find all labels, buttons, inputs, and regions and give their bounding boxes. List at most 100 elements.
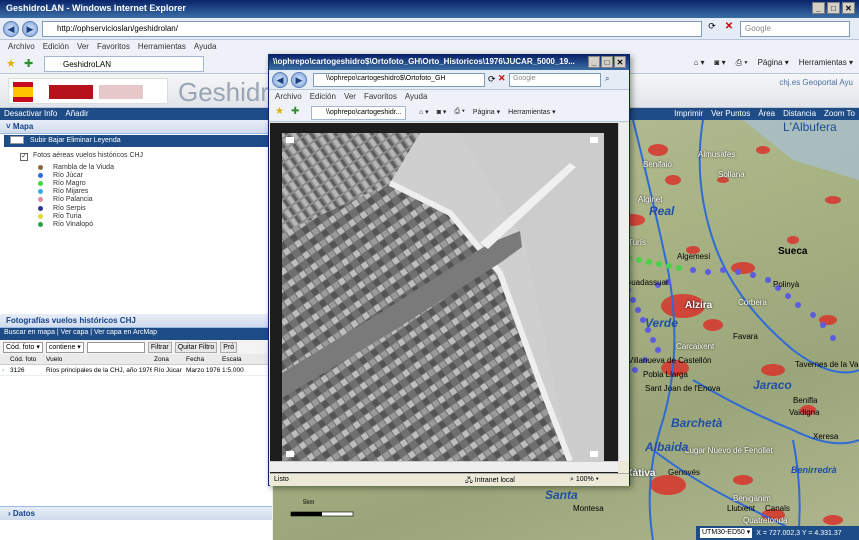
window-titlebar: GeshidroLAN - Windows Internet Explorer … — [0, 0, 859, 18]
page-menu[interactable]: Página ▾ — [758, 58, 789, 68]
popup-stop-icon[interactable]: ✕ — [498, 73, 506, 84]
popup-feeds-icon[interactable]: ◙ ▾ — [437, 108, 447, 116]
collapse-icon[interactable]: ˅ — [6, 122, 11, 131]
layer-item[interactable]: Río Júcar — [20, 171, 150, 179]
geoportal-link[interactable]: chj.es Geoportal Ayu — [779, 78, 853, 87]
print-button[interactable]: Imprimir — [674, 109, 703, 118]
expand-icon[interactable]: › — [8, 509, 11, 518]
print-icon[interactable]: ⎙ ▾ — [736, 58, 748, 68]
search-input[interactable]: Google — [740, 21, 850, 37]
checkbox-checked[interactable]: ✓ — [20, 153, 28, 161]
photos-actions[interactable]: Buscar en mapa | Ver capa | Ver capa en … — [0, 328, 272, 340]
popup-menu-archivo[interactable]: Archivo — [275, 92, 302, 102]
layer-item[interactable]: Río Palancia — [20, 196, 150, 204]
popup-print-icon[interactable]: ⎙ ▾ — [454, 108, 465, 116]
filter-button[interactable]: Filtrar — [147, 341, 172, 353]
forward-button[interactable]: ▶ — [22, 21, 38, 37]
column-header-zone[interactable]: Zona — [152, 356, 184, 363]
add-favorite-icon[interactable]: ✚ — [24, 57, 33, 70]
layer-item[interactable]: Río Mijares — [20, 188, 150, 196]
popup-menu-favoritos[interactable]: Favoritos — [364, 92, 397, 102]
zoom-to-button[interactable]: Zoom To — [824, 109, 855, 118]
menu-archivo[interactable]: Archivo — [8, 42, 35, 52]
popup-search-input[interactable]: Google — [509, 73, 601, 87]
popup-refresh-icon[interactable]: ⟳ — [488, 74, 496, 85]
column-header-date[interactable]: Fecha — [184, 356, 220, 363]
popup-page-menu[interactable]: Página ▾ — [473, 108, 500, 116]
close-button[interactable]: ✕ — [842, 2, 855, 14]
tab-geshidrolan[interactable]: GeshidroLAN — [44, 56, 204, 72]
popup-close-button[interactable]: ✕ — [614, 56, 626, 68]
popup-favorites-star-icon[interactable]: ★ — [275, 106, 284, 117]
layer-item[interactable]: Río Vinalopó — [20, 220, 150, 228]
popup-search-icon[interactable]: ⌕ — [605, 74, 609, 84]
layer-tool-buttons[interactable]: Subir Bajar Eliminar Leyenda — [30, 137, 121, 144]
layer-color-icon — [38, 213, 43, 219]
map-label: Canals — [765, 504, 790, 513]
popup-menu-ayuda[interactable]: Ayuda — [405, 92, 428, 102]
stop-icon[interactable]: ✕ — [722, 21, 736, 37]
opacity-slider[interactable] — [10, 136, 24, 144]
popup-menu-edicion[interactable]: Edición — [310, 92, 336, 102]
navigation-bar: ◀ ▶ http://ophservicioslan/geshidrolan/ … — [0, 18, 859, 40]
layer-item[interactable]: Río Serpis — [20, 204, 150, 212]
popup-forward-button[interactable]: ▶ — [291, 72, 307, 88]
menu-herramientas[interactable]: Herramientas — [138, 42, 186, 52]
filter-operator-select[interactable]: contiene ▾ — [45, 341, 84, 353]
area-button[interactable]: Área — [758, 109, 775, 118]
popup-maximize-button[interactable]: □ — [601, 56, 613, 68]
menu-ayuda[interactable]: Ayuda — [194, 42, 217, 52]
datos-panel-header[interactable]: › Datos — [0, 506, 272, 520]
distance-button[interactable]: Distancia — [783, 109, 816, 118]
popup-tools-menu[interactable]: Herramientas ▾ — [508, 108, 555, 116]
next-button[interactable]: Pró — [220, 341, 238, 353]
address-bar[interactable]: http://ophservicioslan/geshidrolan/ — [42, 21, 702, 37]
add-button[interactable]: Añadir — [65, 109, 88, 118]
map-label: Corbera — [738, 298, 767, 307]
map-label: Benirredrà — [791, 465, 837, 475]
row-expander-icon[interactable]: › — [0, 367, 8, 374]
layer-item[interactable]: Rambla de la Viuda — [20, 163, 150, 171]
column-header-code[interactable]: Cód. foto — [8, 356, 44, 363]
popup-zone: 🖧 Intranet local — [465, 477, 515, 484]
map-panel-header[interactable]: ˅ Mapa — [0, 120, 271, 134]
feeds-icon[interactable]: ◙ ▾ — [715, 58, 726, 68]
popup-tab[interactable]: \\ophrepo\cartogeshidr... — [311, 106, 406, 120]
popup-back-button[interactable]: ◀ — [272, 72, 288, 88]
column-header-scale[interactable]: Escala — [220, 356, 250, 363]
crs-select[interactable]: UTM30-ED50 ▾ — [700, 528, 753, 538]
root-layer[interactable]: ✓ Fotos aéreas vuelos históricos CHJ — [20, 152, 150, 161]
column-header-flight[interactable]: Vuelo — [44, 356, 152, 363]
menu-edicion[interactable]: Edición — [43, 42, 69, 52]
deactivate-info-button[interactable]: Desactivar Info — [4, 109, 57, 118]
filter-value-input[interactable] — [86, 341, 145, 353]
clear-filter-button[interactable]: Quitar Filtro — [174, 341, 218, 353]
menu-ver[interactable]: Ver — [77, 42, 89, 52]
aerial-photo[interactable] — [270, 123, 618, 473]
window-title: GeshidroLAN - Windows Internet Explorer — [6, 3, 186, 13]
minimize-button[interactable]: _ — [812, 2, 825, 14]
tools-menu[interactable]: Herramientas ▾ — [799, 58, 853, 68]
popup-address-bar[interactable]: \\ophrepo\cartogeshidro$\Ortofoto_GH — [313, 73, 485, 87]
back-button[interactable]: ◀ — [3, 21, 19, 37]
refresh-icon[interactable]: ⟳ — [705, 21, 719, 37]
maximize-button[interactable]: □ — [827, 2, 840, 14]
favorites-star-icon[interactable]: ★ — [6, 57, 16, 70]
popup-zoom[interactable]: ⌕ 100% ▾ — [570, 476, 599, 484]
layer-color-icon — [38, 172, 43, 178]
popup-minimize-button[interactable]: _ — [588, 56, 600, 68]
cell-zone: Río Júcar — [154, 366, 182, 374]
popup-add-favorite-icon[interactable]: ✚ — [291, 106, 299, 117]
filter-field-select[interactable]: Cód. foto ▾ — [3, 341, 43, 353]
view-points-button[interactable]: Ver Puntos — [711, 109, 750, 118]
popup-menu-ver[interactable]: Ver — [344, 92, 356, 102]
home-icon[interactable]: ⌂ ▾ — [693, 58, 704, 68]
menu-favoritos[interactable]: Favoritos — [97, 42, 130, 52]
layer-item[interactable]: Río Magro — [20, 179, 150, 187]
layer-item[interactable]: Río Turia — [20, 212, 150, 220]
popup-vertical-scrollbar[interactable] — [618, 123, 629, 461]
map-label: Xàtiva — [626, 468, 656, 479]
table-row[interactable]: › 3126 Ríos principales de la CHJ, año 1… — [0, 365, 272, 376]
popup-horizontal-scrollbar[interactable] — [270, 461, 618, 472]
popup-home-icon[interactable]: ⌂ ▾ — [419, 108, 429, 116]
